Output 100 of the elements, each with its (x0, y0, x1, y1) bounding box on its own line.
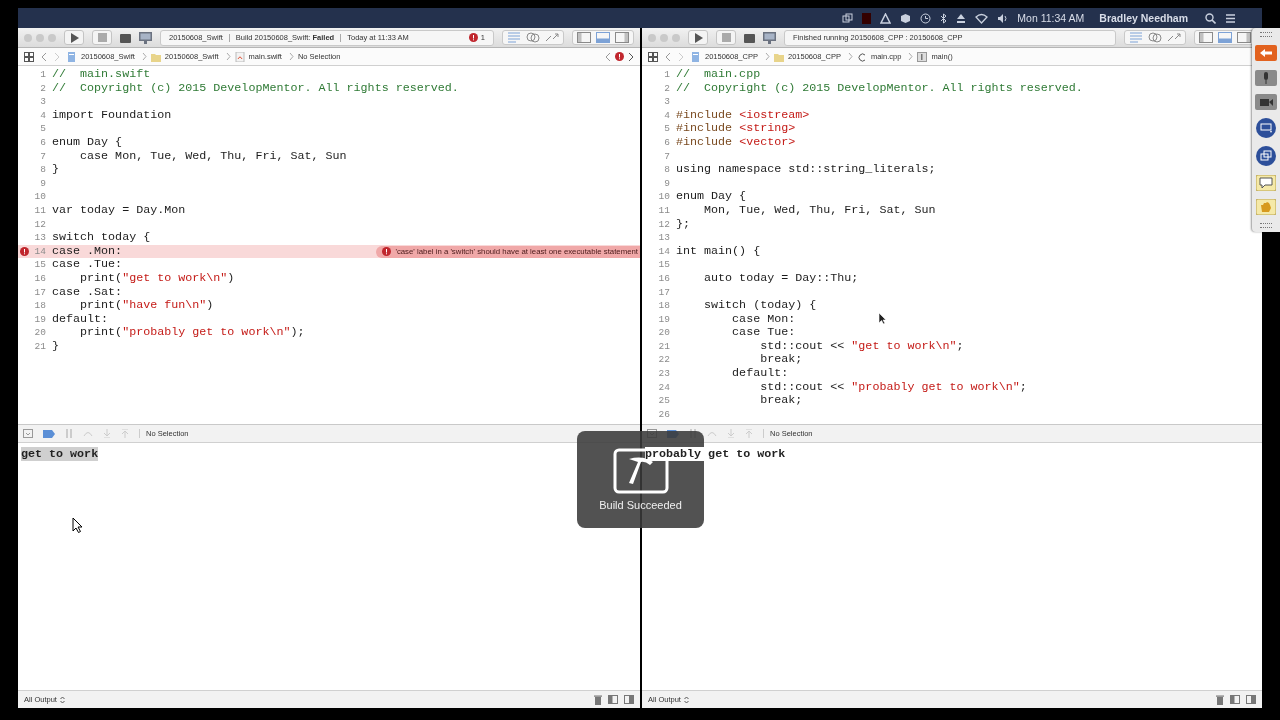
line-number: 8 (664, 163, 670, 177)
code-line: case .Sat: (52, 285, 123, 300)
grid-icon[interactable] (24, 51, 34, 62)
version-editor-icon[interactable] (1167, 32, 1181, 43)
line-number: 17 (34, 285, 46, 300)
line-number: 23 (658, 367, 670, 381)
navigator-icon[interactable] (1199, 32, 1213, 43)
assistant-editor-icon[interactable] (526, 32, 540, 43)
line-number: 21 (34, 339, 46, 354)
clock-icon[interactable] (920, 12, 932, 24)
hide-panel-icon[interactable] (23, 429, 33, 438)
error-icon[interactable] (468, 33, 478, 42)
line-number: 2 (664, 81, 670, 96)
stop-button[interactable] (92, 30, 112, 45)
scheme-icon[interactable] (744, 32, 755, 43)
code-line: print("have fun\n") (79, 299, 214, 313)
debug-area-icon[interactable] (1218, 32, 1232, 43)
split-view-icon[interactable] (624, 695, 634, 704)
grip-handle[interactable] (1260, 223, 1272, 228)
back-icon[interactable] (605, 51, 611, 62)
monitor-icon[interactable] (763, 31, 776, 44)
line-number: 1 (40, 68, 46, 82)
trash-icon[interactable] (594, 694, 602, 705)
windows-icon[interactable] (1256, 146, 1276, 167)
cursor-icon (878, 312, 887, 325)
line-number: 18 (34, 299, 46, 313)
hand-icon[interactable] (1256, 198, 1276, 215)
search-icon[interactable] (1205, 12, 1216, 24)
chevron-icon (288, 52, 294, 61)
error-icon[interactable] (615, 52, 624, 61)
file-icon (234, 51, 245, 62)
code-line: }; (676, 217, 691, 232)
back-icon[interactable] (665, 51, 671, 62)
line-number: 7 (40, 149, 46, 164)
list-icon[interactable] (1225, 12, 1236, 24)
split-view-icon[interactable] (1246, 695, 1256, 704)
code-line: // Copyright (c) 2015 DevelopMentor. All rights reserved. (676, 81, 1083, 96)
chevron-icon (225, 52, 231, 61)
code-line: auto today = Day::Thu; (703, 271, 859, 286)
microphone-icon[interactable] (1255, 69, 1277, 86)
assistant-editor-icon[interactable] (1148, 32, 1162, 43)
line-number: 19 (34, 312, 46, 327)
code-line: case .Mon: (52, 244, 123, 259)
error-icon[interactable] (20, 246, 29, 256)
stop-button[interactable] (716, 30, 736, 45)
version-editor-icon[interactable] (545, 32, 559, 43)
breakpoint-icon[interactable] (43, 429, 55, 438)
split-view-icon[interactable] (608, 695, 618, 704)
line-number: 12 (34, 217, 46, 232)
wifi-icon[interactable] (975, 12, 989, 24)
line-number: 13 (34, 231, 46, 245)
menu-clock[interactable]: Mon 11:34 AM (1017, 12, 1085, 24)
line-number: 6 (664, 135, 670, 150)
line-number: 14 (34, 244, 46, 259)
stop-icon (721, 33, 731, 42)
navigator-icon[interactable] (577, 32, 591, 43)
line-number: 10 (658, 190, 670, 204)
screen-share-icon[interactable] (1256, 118, 1276, 138)
code-line: default: (52, 312, 109, 327)
code-line: // main.cpp (676, 68, 761, 82)
chevron-icon (764, 52, 770, 61)
file-icon (917, 51, 928, 62)
box-icon[interactable] (900, 12, 912, 24)
code-line: break; (759, 394, 803, 408)
back-icon[interactable] (41, 51, 47, 62)
bluetooth-icon[interactable] (940, 12, 948, 24)
forward-icon[interactable] (628, 51, 634, 62)
console-output: get to work (21, 447, 99, 461)
run-button[interactable] (64, 30, 84, 45)
line-number: 18 (658, 299, 670, 313)
chevron-icon (908, 52, 914, 61)
user-name[interactable]: Bradley Needham (1099, 12, 1188, 24)
line-number: 24 (658, 380, 670, 395)
trash-icon[interactable] (1216, 694, 1224, 705)
utilities-icon[interactable] (615, 32, 629, 43)
monitor-icon[interactable] (139, 31, 152, 44)
window-icon[interactable] (842, 12, 854, 24)
code-line: #include <iostream> (676, 108, 810, 123)
run-button[interactable] (688, 30, 708, 45)
triangle-icon[interactable] (880, 12, 892, 24)
code-line: // main.swift (52, 68, 151, 82)
code-line: } (52, 339, 59, 354)
code-line: print("get to work\n") (79, 271, 235, 286)
speaker-icon[interactable] (997, 12, 1009, 24)
debug-area-icon[interactable] (596, 32, 610, 43)
grid-icon[interactable] (648, 51, 658, 62)
split-view-icon[interactable] (1230, 695, 1240, 704)
chevron-icon (141, 52, 147, 61)
updown-icon (683, 695, 689, 704)
code-line: import Foundation (52, 108, 172, 123)
chat-icon[interactable] (1256, 174, 1276, 191)
error-icon (382, 247, 392, 256)
chevron-icon (847, 52, 853, 61)
grip-handle[interactable] (1260, 32, 1272, 37)
utilities-icon[interactable] (1237, 32, 1251, 43)
code-line: #include <vector> (676, 135, 796, 150)
eject-icon[interactable] (956, 12, 967, 24)
line-number: 13 (658, 231, 670, 245)
camera-icon[interactable] (1255, 93, 1277, 110)
scheme-icon[interactable] (120, 32, 131, 43)
